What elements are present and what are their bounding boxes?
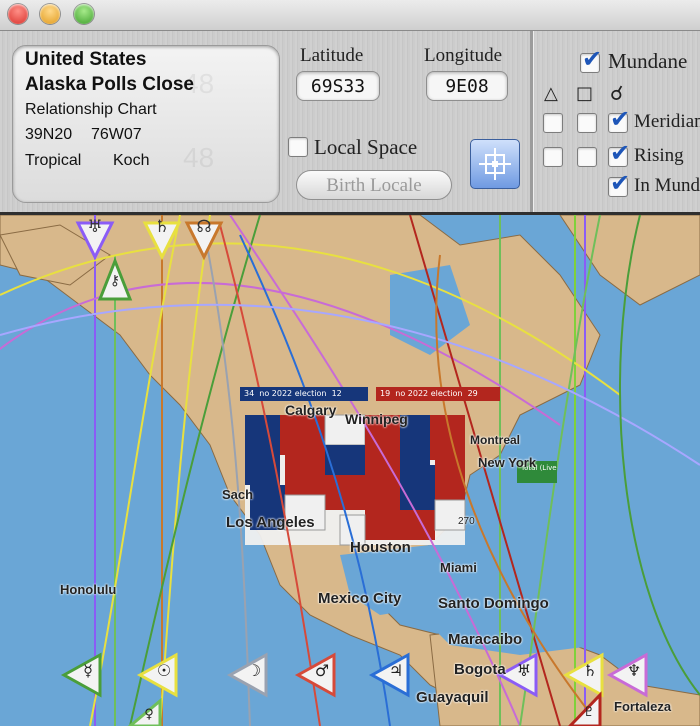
city-label-bogota: Bogota [454, 661, 506, 678]
saturn-marker-icon[interactable]: ♄ [150, 217, 174, 237]
overlay-number: 12 [331, 389, 342, 398]
election-banner-right: 19 no 2022 election 29 [376, 387, 500, 401]
meridian-trine-checkbox[interactable] [543, 113, 563, 133]
overlay-number: 29 [467, 389, 478, 398]
meridian-label: Meridian [634, 111, 700, 132]
city-label-montreal: Montreal [470, 433, 521, 447]
birth-locale-button[interactable]: Birth Locale [296, 170, 452, 200]
astro-map[interactable]: ♅ ♄ ☊ ⚷ ☿ ☉ ☽ ♂ ♃ ♅ ♄ ♆ ♀ ♇ 34 no 2022 e… [0, 215, 700, 726]
city-label-honolulu: Honolulu [60, 582, 117, 597]
sun-marker-icon[interactable]: ☉ [154, 661, 174, 680]
moon-marker-icon[interactable]: ☽ [244, 661, 264, 680]
saturn-bottom-marker-icon[interactable]: ♄ [580, 661, 600, 680]
chiron-marker-icon[interactable]: ⚷ [105, 273, 125, 289]
minimize-window-button[interactable] [40, 4, 60, 24]
house-system: Koch [113, 152, 150, 169]
chart-title: United States [25, 49, 147, 70]
election-banner-left: 34 no 2022 election 12 [240, 387, 368, 401]
chart-settings-panel: 48 48 United States Alaska Polls Close R… [0, 31, 700, 212]
mars-marker-icon[interactable]: ♂ [312, 661, 332, 680]
mercury-marker-icon[interactable]: ☿ [78, 661, 98, 680]
in-mundo-checkbox[interactable] [608, 169, 630, 197]
rising-label: Rising [634, 145, 684, 166]
crosshair-icon [479, 148, 511, 180]
chart-event-name: Alaska Polls Close [25, 74, 194, 95]
city-label-mexico-city: Mexico City [318, 590, 402, 607]
mundane-checkbox[interactable] [580, 45, 602, 73]
longitude-field[interactable]: 9E08 [426, 71, 508, 101]
city-label-guayaquil: Guayaquil [416, 689, 489, 706]
mundane-label: Mundane [608, 49, 688, 73]
latitude-field[interactable]: 69S33 [296, 71, 380, 101]
jupiter-marker-icon[interactable]: ♃ [386, 661, 406, 680]
meridian-checkbox[interactable] [608, 105, 630, 133]
uranus-bottom-marker-icon[interactable]: ♅ [514, 661, 534, 680]
city-label-calgary: Calgary [285, 402, 337, 418]
city-label-winnipeg: Winnipeg [345, 411, 408, 427]
zodiac-type: Tropical [25, 152, 82, 169]
city-label-sacramento: Sach [222, 487, 254, 502]
meridian-square-checkbox[interactable] [577, 113, 597, 133]
node-marker-icon[interactable]: ☊ [192, 217, 216, 237]
map-layer [0, 215, 700, 726]
local-space-checkbox[interactable] [288, 137, 308, 157]
city-label-fortaleza: Fortaleza [614, 699, 672, 714]
city-label-santo-domingo: Santo Domingo [438, 595, 549, 612]
city-label-new-york: New York [478, 455, 537, 470]
city-label-maracaibo: Maracaibo [448, 631, 523, 648]
in-mundo-label: In Mund [634, 175, 700, 196]
city-label-los-angeles: Los Angeles [226, 514, 315, 531]
city-label-miami: Miami [440, 560, 477, 575]
window-titlebar [0, 0, 700, 31]
chart-latitude: 39N20 [25, 126, 73, 143]
square-aspect-icon: □ [576, 83, 594, 104]
ghost-number: 48 [183, 142, 215, 173]
city-label-houston: Houston [350, 539, 411, 556]
chart-type: Relationship Chart [25, 101, 157, 118]
close-window-button[interactable] [8, 4, 28, 24]
chart-longitude: 76W07 [91, 126, 142, 143]
opposition-aspect-icon: ☌ [610, 81, 624, 105]
banner-left-text: no 2022 election [259, 389, 327, 398]
trine-aspect-icon: △ [544, 83, 558, 104]
venus-marker-icon[interactable]: ♀ [140, 707, 158, 722]
pluto-marker-icon[interactable]: ♇ [580, 705, 598, 720]
locate-button[interactable] [470, 139, 520, 189]
overlay-number: 19 [380, 389, 391, 398]
uranus-marker-icon[interactable]: ♅ [83, 217, 107, 237]
overlay-value: 270 [458, 516, 475, 527]
latitude-label: Latitude [300, 45, 364, 66]
local-space-label: Local Space [314, 135, 418, 159]
panel-divider [530, 31, 534, 212]
chart-info-box: 48 48 United States Alaska Polls Close R… [12, 45, 280, 203]
banner-right-text: no 2022 election [395, 389, 463, 398]
neptune-marker-icon[interactable]: ♆ [624, 661, 644, 680]
rising-trine-checkbox[interactable] [543, 147, 563, 167]
rising-square-checkbox[interactable] [577, 147, 597, 167]
rising-checkbox[interactable] [608, 139, 630, 167]
zoom-window-button[interactable] [74, 4, 94, 24]
overlay-number: 34 [244, 389, 255, 398]
longitude-label: Longitude [424, 45, 503, 66]
